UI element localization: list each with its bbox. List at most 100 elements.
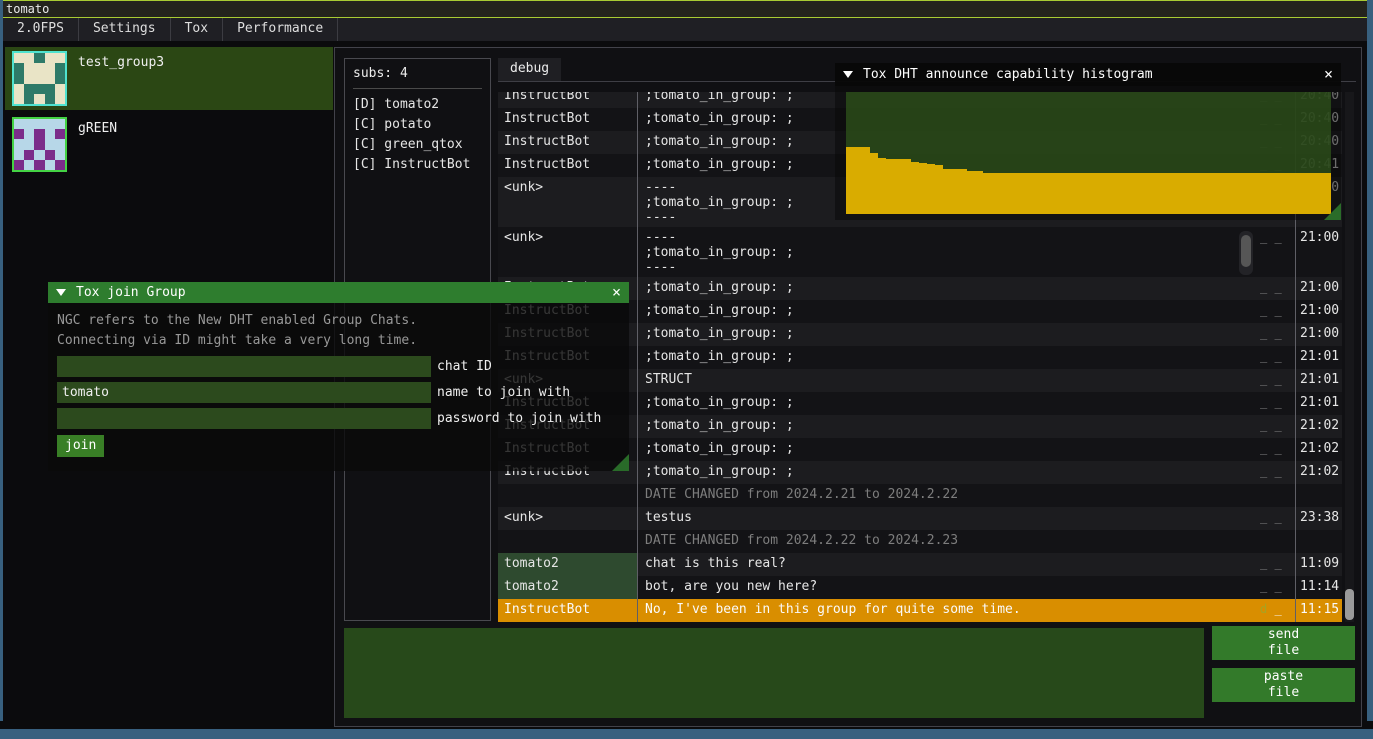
avatar-pixel (55, 53, 65, 63)
message-text-cell: testus (638, 507, 1254, 530)
histogram-bar (1298, 173, 1306, 214)
histogram-bar (1040, 173, 1048, 214)
message-row[interactable]: <unk>testus_ _23:38 (498, 507, 1342, 530)
avatar-pixel (55, 63, 65, 73)
message-text-cell: ;tomato_in_group: ; (638, 300, 1254, 323)
avatar-pixel (55, 84, 65, 94)
dht-histogram-plot (846, 92, 1331, 214)
sidebar-group-test_group3[interactable]: test_group3 (5, 47, 333, 110)
inline-scrollbar-thumb[interactable] (1241, 235, 1251, 267)
message-row[interactable]: tomato2bot, are you new here?_ _11:14 (498, 576, 1342, 599)
resize-grip[interactable] (1324, 203, 1341, 220)
sender-name-cell: InstructBot (498, 154, 638, 177)
join-input-chat-id[interactable] (57, 356, 431, 377)
histogram-bar (1024, 173, 1032, 214)
join-field-row: chat ID (57, 356, 629, 377)
menu-item-performance[interactable]: Performance (223, 18, 338, 41)
delivery-flags-cell: _ _ (1254, 323, 1295, 346)
avatar-pixel (24, 129, 34, 139)
histogram-bar (1161, 173, 1169, 214)
avatar-pixel (34, 63, 44, 73)
send-file-button[interactable]: send file (1212, 626, 1355, 660)
message-input[interactable] (344, 628, 1204, 718)
sender-name-cell: <unk> (498, 177, 638, 227)
delivery-flag: _ (1267, 602, 1281, 616)
system-row[interactable]: DATE CHANGED from 2024.2.21 to 2024.2.22 (498, 484, 1342, 507)
histogram-bar (894, 159, 902, 214)
avatar-pixel (45, 63, 55, 73)
resize-grip[interactable] (612, 454, 629, 471)
avatar-pixel (24, 63, 34, 73)
system-row[interactable]: DATE CHANGED from 2024.2.22 to 2024.2.23 (498, 530, 1342, 553)
chat-scrollbar[interactable] (1345, 92, 1354, 622)
close-icon[interactable]: × (1324, 67, 1333, 82)
sender-name-cell: <unk> (498, 507, 638, 530)
join-input-password-to-join-with[interactable] (57, 408, 431, 429)
histogram-bar (1008, 173, 1016, 214)
delivery-flag: _ (1267, 418, 1281, 432)
message-text-cell: bot, are you new here? (638, 576, 1254, 599)
menu-item-tox[interactable]: Tox (171, 18, 223, 41)
paste-file-button[interactable]: paste file (1212, 668, 1355, 702)
histogram-bar (1064, 173, 1072, 214)
avatar-pixel (14, 63, 24, 73)
message-text-cell: ;tomato_in_group: ; (638, 323, 1254, 346)
delivery-flag: _ (1267, 280, 1281, 294)
collapse-triangle-icon[interactable] (56, 289, 66, 296)
join-group-titlebar[interactable]: Tox join Group × (48, 282, 629, 303)
sidebar-group-green[interactable]: gREEN (5, 113, 333, 176)
histogram-bar (935, 165, 943, 214)
sender-name-cell: <unk> (498, 227, 638, 277)
avatar-pixel (55, 139, 65, 149)
chat-scrollbar-thumb[interactable] (1345, 589, 1354, 620)
join-button[interactable]: join (57, 435, 104, 457)
avatar-pixel (24, 94, 34, 104)
histogram-bar (1218, 173, 1226, 214)
menu-bar: 2.0FPSSettingsToxPerformance (3, 18, 1367, 41)
menu-item-settings[interactable]: Settings (79, 18, 171, 41)
avatar-pixel (45, 160, 55, 170)
histogram-bar (1250, 173, 1258, 214)
join-field-label: name to join with (437, 385, 570, 400)
avatar-pixel (24, 53, 34, 63)
delivery-flags-cell: _ _ (1254, 438, 1295, 461)
message-text-cell: ;tomato_in_group: ; (638, 415, 1254, 438)
menu-item-20fps[interactable]: 2.0FPS (3, 18, 79, 41)
avatar-pixel (24, 150, 34, 160)
inline-scrollbar[interactable] (1239, 231, 1253, 275)
dht-histogram-titlebar[interactable]: Tox DHT announce capability histogram × (835, 63, 1341, 86)
subs-member-item[interactable]: [D] tomato2 (353, 95, 482, 115)
avatar-pixel (24, 160, 34, 170)
message-text-cell: chat is this real? (638, 553, 1254, 576)
histogram-bar (1153, 173, 1161, 214)
timestamp-cell: 11:09 (1295, 553, 1342, 576)
histogram-bar (1282, 173, 1290, 214)
histogram-bar (1315, 173, 1323, 214)
subs-member-item[interactable]: [C] InstructBot (353, 155, 482, 175)
subs-separator (353, 88, 482, 89)
avatar-pixel (34, 73, 44, 83)
avatar-pixel (14, 160, 24, 170)
delivery-flags-cell: _ _ (1254, 369, 1295, 392)
collapse-triangle-icon[interactable] (843, 71, 853, 78)
avatar-pixel (24, 84, 34, 94)
avatar-pixel (24, 73, 34, 83)
histogram-bar (1145, 173, 1153, 214)
message-row[interactable]: tomato2chat is this real?_ _11:09 (498, 553, 1342, 576)
message-row[interactable]: <unk>---- ;tomato_in_group: ; ----_ _21:… (498, 227, 1342, 277)
os-title-bar[interactable]: tomato (0, 0, 1373, 18)
message-row[interactable]: InstructBotNo, I've been in this group f… (498, 599, 1342, 622)
tab-debug[interactable]: debug (498, 58, 561, 81)
join-input-name-to-join-with[interactable]: tomato (57, 382, 431, 403)
delivery-flag: _ (1267, 510, 1281, 524)
join-fields: chat IDtomatoname to join withpassword t… (57, 356, 629, 429)
group-avatar-icon (12, 117, 67, 172)
subs-member-item[interactable]: [C] green_qtox (353, 135, 482, 155)
message-text-cell: DATE CHANGED from 2024.2.21 to 2024.2.22 (638, 484, 1254, 507)
close-icon[interactable]: × (612, 285, 621, 300)
avatar-pixel (34, 150, 44, 160)
histogram-bar (1226, 173, 1234, 214)
subs-member-item[interactable]: [C] potato (353, 115, 482, 135)
histogram-bar (1080, 173, 1088, 214)
delivery-flags-cell: _ _ (1254, 227, 1295, 277)
